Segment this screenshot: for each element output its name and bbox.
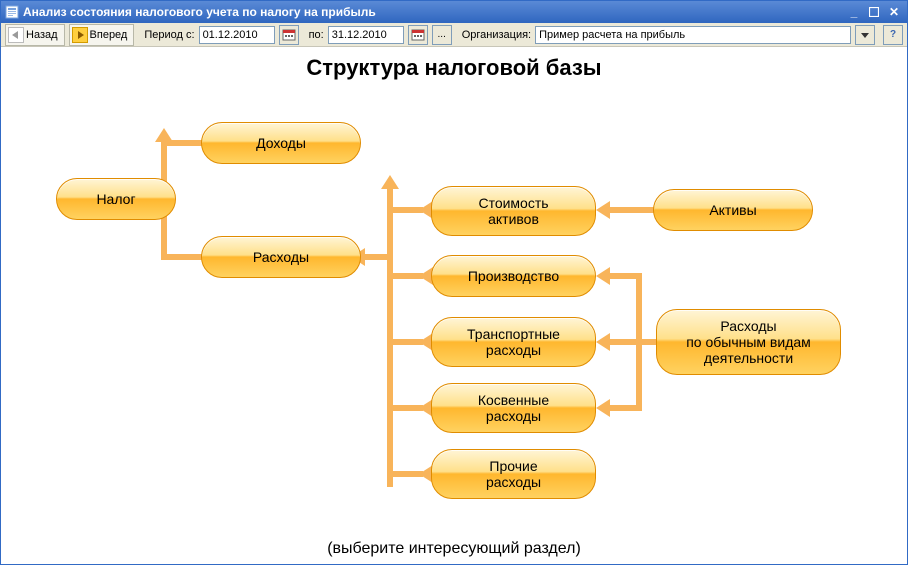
period-to-label: по: [309, 29, 324, 41]
arrow-left-icon [596, 333, 610, 351]
forward-label: Вперед [90, 29, 128, 41]
back-icon [8, 27, 24, 43]
node-tax[interactable]: Налог [56, 178, 176, 220]
forward-button[interactable]: Вперед [69, 24, 135, 46]
close-button[interactable]: ✕ [885, 4, 903, 20]
organization-input[interactable] [535, 26, 851, 44]
node-income[interactable]: Доходы [201, 122, 361, 164]
date-to-calendar-button[interactable] [408, 25, 428, 45]
connector [161, 212, 167, 260]
arrow-left-icon [596, 201, 610, 219]
calendar-icon [411, 28, 425, 42]
connector [608, 405, 642, 411]
node-ordinary-expenses[interactable]: Расходы по обычным видам деятельности [656, 309, 841, 375]
date-from-input[interactable] [199, 26, 275, 44]
help-button[interactable]: ? [883, 25, 903, 45]
connector [608, 339, 642, 345]
node-transport[interactable]: Транспортные расходы [431, 317, 596, 367]
back-label: Назад [26, 29, 58, 41]
app-icon [5, 5, 19, 19]
period-more-button[interactable]: ... [432, 25, 452, 45]
date-from-calendar-button[interactable] [279, 25, 299, 45]
back-button[interactable]: Назад [5, 24, 65, 46]
node-other[interactable]: Прочие расходы [431, 449, 596, 499]
maximize-button[interactable] [865, 4, 883, 20]
node-asset-cost[interactable]: Стоимость активов [431, 186, 596, 236]
minimize-button[interactable]: _ [845, 4, 863, 20]
node-indirect[interactable]: Косвенные расходы [431, 383, 596, 433]
titlebar: Анализ состояния налогового учета по нал… [1, 1, 907, 23]
connector [387, 187, 393, 487]
date-to-input[interactable] [328, 26, 404, 44]
calendar-icon [282, 28, 296, 42]
organization-label: Организация: [462, 29, 531, 41]
diagram-canvas: Структура налоговой базы [1, 47, 907, 564]
arrow-left-icon [596, 399, 610, 417]
forward-icon [72, 27, 88, 43]
connector [608, 273, 642, 279]
connector [161, 254, 203, 260]
connector [608, 207, 654, 213]
connector [161, 140, 203, 146]
node-expenses[interactable]: Расходы [201, 236, 361, 278]
organization-dropdown-button[interactable] [855, 25, 875, 45]
arrow-left-icon [596, 267, 610, 285]
connector [363, 254, 387, 260]
period-from-label: Период с: [144, 29, 194, 41]
node-assets[interactable]: Активы [653, 189, 813, 231]
window-title: Анализ состояния налогового учета по нал… [23, 5, 376, 19]
chevron-down-icon [861, 31, 869, 39]
diagram-title: Структура налоговой базы [1, 55, 907, 81]
arrow-up-icon [381, 175, 399, 189]
node-production[interactable]: Производство [431, 255, 596, 297]
diagram-hint: (выберите интересующий раздел) [1, 540, 907, 558]
toolbar: Назад Вперед Период с: по: ... Организац… [1, 23, 907, 47]
app-window: Анализ состояния налогового учета по нал… [0, 0, 908, 565]
